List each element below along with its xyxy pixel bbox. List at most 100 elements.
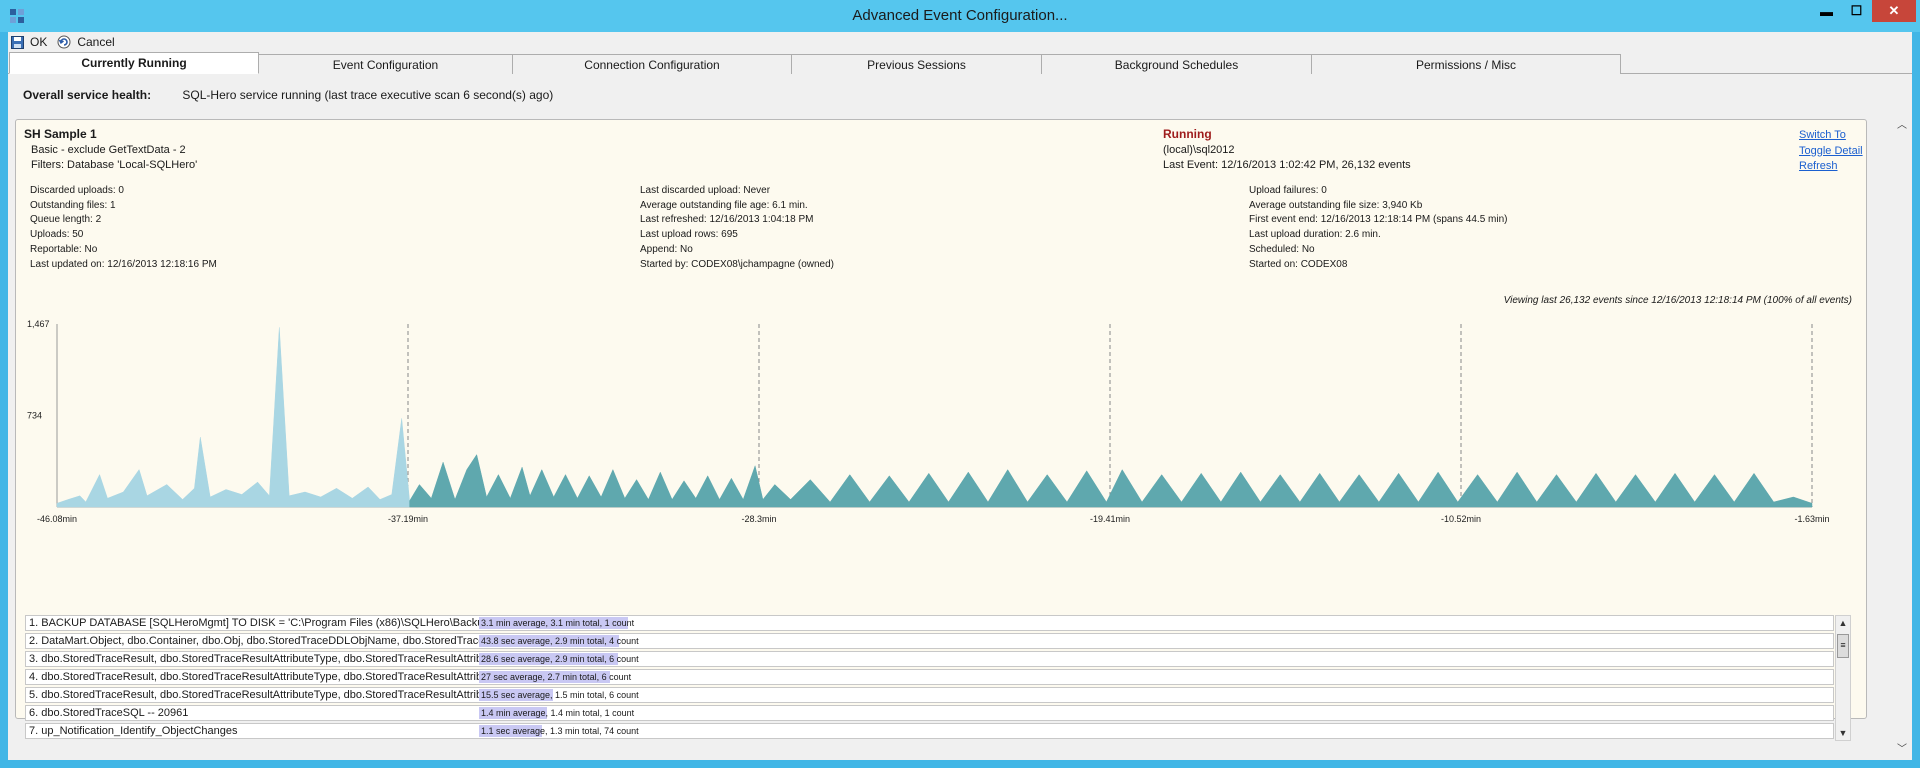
duration-bar-track: 3.1 min average, 3.1 min total, 1 count [479,617,1829,629]
query-name: 2. DataMart.Object, dbo.Container, dbo.O… [29,635,479,647]
list-item[interactable]: 1. BACKUP DATABASE [SQLHeroMgmt] TO DISK… [25,615,1834,631]
viewing-summary: Viewing last 26,132 events since 12/16/2… [1503,295,1852,306]
list-item[interactable]: 2. DataMart.Object, dbo.Container, dbo.O… [25,633,1834,649]
tab-connection-configuration[interactable]: Connection Configuration [512,54,792,74]
query-metric: 28.6 sec average, 2.9 min total, 6 count [481,654,639,664]
service-health: Overall service health: SQL-Hero service… [23,88,553,102]
save-icon [11,35,24,49]
list-scrollbar[interactable]: ▲ ≡ ▼ [1835,615,1851,741]
page-scroll-up-icon[interactable]: ︿ [1894,118,1910,134]
stat-last-updated: Last updated on: 12/16/2013 12:18:16 PM [30,258,217,270]
top-queries-list: ▲ ≡ ▼ 1. BACKUP DATABASE [SQLHeroMgmt] T… [25,615,1851,741]
duration-bar-track: 43.8 sec average, 2.9 min total, 4 count [479,635,1829,647]
undo-icon [57,35,71,49]
query-name: 4. dbo.StoredTraceResult, dbo.StoredTrac… [29,671,479,683]
stat-reportable: Reportable: No [30,243,98,255]
tab-permissions-misc[interactable]: Permissions / Misc [1311,54,1621,74]
session-filters: Filters: Database 'Local-SQLHero' [31,159,198,171]
list-item[interactable]: 4. dbo.StoredTraceResult, dbo.StoredTrac… [25,669,1834,685]
stat-last-refreshed: Last refreshed: 12/16/2013 1:04:18 PM [640,214,814,226]
ok-label: OK [30,35,48,49]
duration-bar-track: 27 sec average, 2.7 min total, 6 count [479,671,1829,683]
x-tick-label: -19.41min [1090,514,1130,524]
list-item[interactable]: 6. dbo.StoredTraceSQL -- 20961 1.4 min av… [25,705,1834,721]
x-tick-label: -37.19min [388,514,428,524]
query-name: 5. dbo.StoredTraceResult, dbo.StoredTrac… [29,689,479,701]
query-name: 7. up_Notification_Identify_ObjectChange… [29,725,238,737]
y-tick-label: 734 [27,410,42,420]
stat-upload-failures: Upload failures: 0 [1249,185,1327,196]
stat-first-event-end: First event end: 12/16/2013 12:18:14 PM … [1249,214,1508,226]
switch-to-link[interactable]: Switch To [1799,128,1863,144]
query-metric: 43.8 sec average, 2.9 min total, 4 count [481,636,639,646]
scroll-up-icon[interactable]: ▲ [1836,616,1850,630]
tab-currently-running[interactable]: Currently Running [9,52,259,74]
session-links: Switch To Toggle Detail Refresh [1799,128,1863,175]
title-bar: Advanced Event Configuration... ▬ ☐ ✕ [0,0,1920,32]
cancel-button[interactable]: Cancel [57,35,115,49]
stat-avg-file-size: Average outstanding file size: 3,940 Kb [1249,199,1423,211]
stat-started-on: Started on: CODEX08 [1249,258,1348,270]
toolbar: OK Cancel [8,32,1912,52]
health-value: SQL-Hero service running (last trace exe… [182,88,554,102]
status-badge: Running [1163,127,1212,141]
query-name: 1. BACKUP DATABASE [SQLHeroMgmt] TO DISK… [29,617,479,629]
stat-last-upload-rows: Last upload rows: 695 [640,229,738,241]
session-last-event: Last Event: 12/16/2013 1:02:42 PM, 26,13… [1163,159,1411,171]
query-metric: 27 sec average, 2.7 min total, 6 count [481,672,632,682]
toggle-detail-link[interactable]: Toggle Detail [1799,144,1863,160]
stat-scheduled: Scheduled: No [1249,243,1315,255]
close-button[interactable]: ✕ [1872,0,1916,22]
window-client: OK Cancel Currently Running Event Config… [8,32,1912,760]
stat-avg-file-age: Average outstanding file age: 6.1 min. [640,199,808,211]
duration-bar-track: 28.6 sec average, 2.9 min total, 6 count [479,653,1829,665]
query-name: 6. dbo.StoredTraceSQL -- 20961 [29,707,189,719]
duration-bar-track: 15.5 sec average, 1.5 min total, 6 count [479,689,1829,701]
health-label: Overall service health: [23,88,152,102]
session-template: Basic - exclude GetTextData - 2 [31,144,186,156]
stat-outstanding-files: Outstanding files: 1 [30,199,116,211]
list-item[interactable]: 7. up_Notification_Identify_ObjectChange… [25,723,1834,739]
page-scrollbar[interactable]: ︿ ﹀ [1894,118,1910,758]
stat-started-by: Started by: CODEX08\jchampagne (owned) [640,258,834,270]
duration-bar-track: 1.4 min average, 1.4 min total, 1 count [479,707,1829,719]
stat-discarded-uploads: Discarded uploads: 0 [30,185,124,196]
refresh-link[interactable]: Refresh [1799,159,1863,175]
duration-bar-track: 1.1 sec average, 1.3 min total, 74 count [479,725,1829,737]
area-series-1 [56,327,410,508]
query-metric: 15.5 sec average, 1.5 min total, 6 count [481,690,639,700]
list-item[interactable]: 3. dbo.StoredTraceResult, dbo.StoredTrac… [25,651,1834,667]
y-tick-label: 1,467 [27,319,50,329]
session-panel: SH Sample 1 Basic - exclude GetTextData … [15,119,1867,741]
area-series-2 [409,453,1813,508]
tab-event-configuration[interactable]: Event Configuration [258,54,513,74]
stats-col-3: Upload failures: 0 Average outstanding f… [1249,184,1508,272]
tab-strip: Currently Running Event Configuration Co… [8,52,1912,74]
stats-col-1: Discarded uploads: 0 Outstanding files: … [30,184,217,272]
list-item[interactable]: 5. dbo.StoredTraceResult, dbo.StoredTrac… [25,687,1834,703]
x-tick-label: -1.63min [1794,514,1829,524]
query-metric: 3.1 min average, 3.1 min total, 1 count [481,618,635,628]
stats-col-2: Last discarded upload: Never Average out… [640,184,834,272]
scroll-down-icon[interactable]: ▼ [1836,726,1850,740]
event-activity-chart: 1,467 734 -46.08min -37.19min -28.3min -19.41… [27,319,1830,524]
stat-last-upload-duration: Last upload duration: 2.6 min. [1249,229,1381,241]
query-metric: 1.1 sec average, 1.3 min total, 74 count [481,726,639,736]
session-name: SH Sample 1 [24,127,97,141]
window-title: Advanced Event Configuration... [852,7,1068,24]
tab-background-schedules[interactable]: Background Schedules [1041,54,1312,74]
x-tick-label: -28.3min [741,514,776,524]
minimize-button[interactable]: ▬ [1812,0,1841,22]
x-tick-label: -46.08min [37,514,77,524]
query-name: 3. dbo.StoredTraceResult, dbo.StoredTrac… [29,653,479,665]
stat-uploads: Uploads: 50 [30,229,84,241]
stat-last-discarded-upload: Last discarded upload: Never [640,185,771,196]
query-metric: 1.4 min average, 1.4 min total, 1 count [481,708,635,718]
ok-button[interactable]: OK [11,35,47,49]
scroll-thumb[interactable]: ≡ [1837,634,1849,658]
page-scroll-down-icon[interactable]: ﹀ [1894,742,1910,758]
session-server: (local)\sql2012 [1163,144,1235,156]
maximize-button[interactable]: ☐ [1842,0,1871,22]
stat-append: Append: No [640,243,693,255]
tab-previous-sessions[interactable]: Previous Sessions [791,54,1042,74]
